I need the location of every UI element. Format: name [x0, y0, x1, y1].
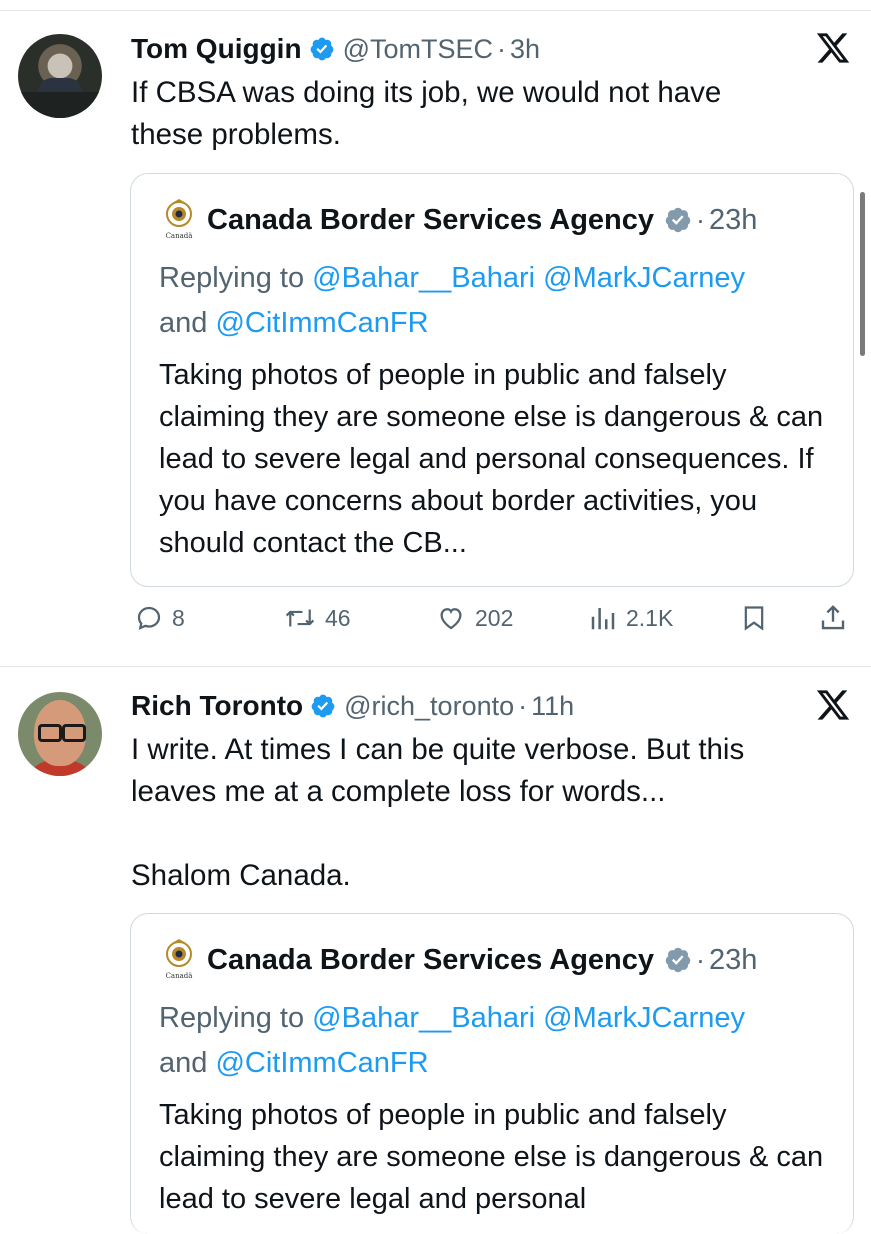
- tweet-text: If CBSA was doing its job, we would not …: [131, 76, 722, 151]
- quoted-timestamp: 23h: [709, 203, 758, 236]
- tweet-text: I write. At times I can be quite verbose…: [131, 733, 745, 892]
- replying-to: Replying to @Bahar__Bahari @MarkJCarney a…: [159, 996, 819, 1086]
- like-count: 202: [475, 604, 514, 631]
- svg-text:Canadä: Canadä: [166, 232, 193, 240]
- timestamp[interactable]: 11h: [531, 691, 574, 722]
- replying-to-and: and: [159, 307, 216, 339]
- mention-link[interactable]: @MarkJCarney: [543, 1002, 745, 1034]
- quoted-tweet-text: Taking photos of people in public and fa…: [159, 359, 824, 559]
- mention-link[interactable]: @Bahar__Bahari: [312, 262, 535, 294]
- x-logo-icon[interactable]: [815, 687, 851, 723]
- mention-link[interactable]: @Bahar__Bahari: [312, 1002, 535, 1034]
- repost-icon: [285, 609, 315, 627]
- replying-to-label: Replying to: [159, 1002, 313, 1034]
- svg-text:Canadä: Canadä: [166, 972, 193, 980]
- reply-icon: [137, 606, 161, 630]
- replying-to-and: and: [159, 1047, 216, 1079]
- mention-link[interactable]: @CitImmCanFR: [215, 1047, 428, 1079]
- verified-badge-icon: [311, 694, 335, 718]
- quoted-tweet-header: Canadä Canada Border Services Agency · 2…: [159, 199, 758, 240]
- repost-button[interactable]: 46: [283, 603, 351, 633]
- author-handle[interactable]: @TomTSEC: [343, 34, 493, 65]
- like-icon: [440, 608, 462, 630]
- avatar[interactable]: [18, 34, 102, 118]
- bookmark-button[interactable]: [740, 603, 768, 633]
- author-handle[interactable]: @rich_toronto: [344, 691, 514, 722]
- tweet-header: Tom Quiggin @TomTSEC · 3h: [131, 32, 540, 66]
- separator-dot: ·: [696, 204, 706, 235]
- replying-to: Replying to @Bahar__Bahari @MarkJCarney a…: [159, 256, 819, 346]
- replying-to-label: Replying to: [159, 262, 313, 294]
- x-logo-icon[interactable]: [815, 30, 851, 66]
- reply-button[interactable]: 8: [134, 603, 185, 633]
- scrollbar[interactable]: [860, 192, 865, 356]
- verified-badge-icon: [310, 37, 333, 61]
- verified-badge-icon: [665, 207, 691, 233]
- share-icon: [821, 605, 845, 630]
- views-button[interactable]: 2.1K: [588, 603, 673, 633]
- reply-count: 8: [172, 604, 185, 631]
- author-name[interactable]: Tom Quiggin: [131, 33, 302, 65]
- separator-dot: ·: [518, 690, 528, 721]
- quoted-tweet-header: Canadä Canada Border Services Agency · 2…: [159, 939, 758, 980]
- repost-count: 46: [325, 604, 351, 631]
- separator-dot: ·: [497, 33, 506, 64]
- quoted-tweet-text: Taking photos of people in public and fa…: [159, 1099, 824, 1215]
- quoted-author-name: Canada Border Services Agency: [207, 203, 655, 236]
- cbsa-logo-icon: Canadä: [166, 199, 193, 240]
- quoted-tweet[interactable]: Canadä Canada Border Services Agency · 2…: [130, 173, 854, 587]
- quoted-author-name: Canada Border Services Agency: [207, 943, 655, 976]
- bookmark-icon: [744, 606, 764, 631]
- timestamp[interactable]: 3h: [510, 34, 540, 65]
- views-count: 2.1K: [626, 604, 674, 631]
- mention-link[interactable]: @CitImmCanFR: [215, 307, 428, 339]
- tweet-1[interactable]: Tom Quiggin @TomTSEC · 3h If CBSA was do…: [0, 0, 871, 660]
- author-name[interactable]: Rich Toronto: [131, 690, 303, 722]
- like-button[interactable]: 202: [435, 603, 513, 633]
- quoted-tweet[interactable]: Canadä Canada Border Services Agency · 2…: [130, 913, 854, 1234]
- cbsa-logo-icon: Canadä: [166, 939, 193, 980]
- quoted-timestamp: 23h: [709, 943, 758, 976]
- verified-badge-icon: [665, 947, 691, 973]
- tweet-2[interactable]: Rich Toronto @rich_toronto · 11h I write…: [0, 667, 871, 1234]
- avatar[interactable]: [18, 692, 102, 776]
- share-button[interactable]: [818, 603, 848, 633]
- mention-link[interactable]: @MarkJCarney: [543, 262, 745, 294]
- tweet-actions: 8 46 202 2.1K: [0, 603, 871, 643]
- views-icon: [591, 608, 615, 630]
- tweet-header: Rich Toronto @rich_toronto · 11h: [131, 689, 574, 723]
- separator-dot: ·: [696, 944, 706, 975]
